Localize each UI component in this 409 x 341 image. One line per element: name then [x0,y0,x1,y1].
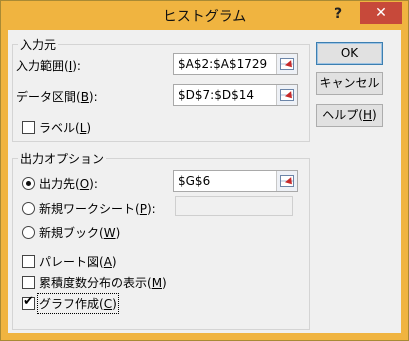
cancel-button[interactable]: キャンセル [316,72,383,95]
cumulative-checkbox[interactable] [22,276,35,289]
output-range-radio[interactable] [22,177,35,190]
labels-checkbox-label[interactable]: ラベル(L) [39,119,91,136]
bin-range-field[interactable]: $D$7:$D$14 [173,84,298,106]
new-worksheet-radio[interactable] [22,202,35,215]
output-range-label[interactable]: 出力先(O): [39,175,98,192]
help-question-icon[interactable]: ? [327,4,349,24]
pareto-checkbox[interactable] [22,255,35,268]
new-workbook-radio[interactable] [22,226,35,239]
dialog-body: 入力元 入力範囲(I): $A$2:$A$1729 データ区間(B): $D$7… [8,30,401,333]
input-range-value: $A$2:$A$1729 [178,57,268,71]
close-icon[interactable]: ✕ [360,2,402,24]
labels-checkbox[interactable] [22,121,35,134]
bin-range-value: $D$7:$D$14 [178,88,254,102]
radio-selected-dot [26,181,31,186]
output-range-value: $G$6 [178,174,211,188]
histogram-dialog: ヒストグラム ? ✕ 入力元 入力範囲(I): $A$2:$A$1729 データ… [0,0,409,341]
new-worksheet-name-field[interactable] [175,196,293,216]
range-selector-icon[interactable] [276,171,297,191]
input-group-title: 入力元 [18,36,59,53]
input-range-field[interactable]: $A$2:$A$1729 [173,53,298,75]
output-range-field[interactable]: $G$6 [173,170,298,192]
range-selector-icon[interactable] [276,54,297,74]
cumulative-label[interactable]: 累積度数分布の表示(M) [39,274,167,291]
title-bar[interactable]: ヒストグラム ? ✕ [1,1,408,29]
chart-output-checkbox[interactable]: ✔ [22,294,35,310]
output-group-title: 出力オプション [18,150,107,167]
new-worksheet-label[interactable]: 新規ワークシート(P): [39,200,156,217]
ok-button[interactable]: OK [316,42,383,65]
bin-range-label: データ区間(B): [16,90,98,104]
pareto-label[interactable]: パレート図(A) [39,253,117,270]
chart-output-label[interactable]: グラフ作成(C) [37,293,119,314]
new-workbook-label[interactable]: 新規ブック(W) [39,224,120,241]
input-range-label: 入力範囲(I): [16,59,81,73]
checkmark-icon: ✔ [23,294,34,309]
range-selector-icon[interactable] [276,85,297,105]
help-button[interactable]: ヘルプ(H) [316,104,383,127]
